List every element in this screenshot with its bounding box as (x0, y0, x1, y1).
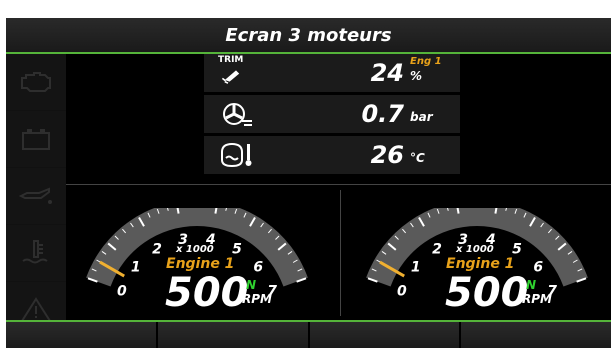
boost-unit: bar (410, 110, 433, 124)
gauge-rpm-value: 500 (165, 270, 249, 316)
gauge-multiplier: x 1000 (176, 244, 214, 255)
display-screen: Ecran 3 moteurs TRIM 24 Eng 1 % 0.7 bar … (6, 18, 611, 348)
top-strip (0, 0, 611, 18)
battery-icon (22, 129, 50, 150)
engine-warning-icon (21, 72, 51, 92)
bottom-button-1[interactable] (6, 322, 158, 348)
gauge-rpm-label: RPM (522, 292, 552, 306)
sidebar-item-engine[interactable] (6, 54, 66, 111)
bottom-button-2[interactable] (157, 322, 310, 348)
bottom-bar (6, 320, 611, 348)
bottom-button-4[interactable] (461, 322, 611, 348)
boost-value: 0.7 (361, 100, 404, 128)
rpm-gauge-right[interactable]: 01234567 x 1000 Engine 1 500 N RPM (352, 208, 602, 316)
boost-row[interactable]: 0.7 bar (204, 95, 460, 133)
metric-panel: TRIM 24 Eng 1 % 0.7 bar 26 °C (204, 54, 460, 178)
temperature-row[interactable]: 26 °C (204, 136, 460, 174)
sidebar-item-oil[interactable] (6, 168, 66, 225)
trim-engine-tag: Eng 1 (410, 56, 442, 67)
gauge-tick-label: 0 (117, 284, 127, 300)
divider-vertical (340, 190, 341, 316)
gauge-rpm-value: 500 (445, 270, 529, 316)
sidebar (6, 54, 66, 344)
oil-pressure-icon (19, 187, 52, 204)
gauge-multiplier: x 1000 (456, 244, 494, 255)
sidebar-item-battery[interactable] (6, 111, 66, 168)
temperature-value: 26 (370, 141, 404, 169)
temperature-unit: °C (410, 151, 425, 165)
trim-row[interactable]: TRIM 24 Eng 1 % (204, 54, 460, 92)
turbo-icon (223, 103, 252, 126)
bottom-button-3[interactable] (309, 322, 462, 348)
trim-value: 24 (370, 59, 404, 87)
sidebar-item-coolant[interactable] (6, 225, 66, 282)
coolant-temperature-icon (22, 240, 48, 264)
screen-title: Ecran 3 moteurs (225, 24, 392, 46)
divider-horizontal (66, 184, 611, 185)
gauge-tick-label: 2 (152, 242, 162, 258)
gauge-tick-label: 6 (533, 260, 543, 276)
gauge-tick-label: 0 (397, 284, 407, 300)
gauge-gear-indicator: N (246, 278, 257, 292)
engine-temperature-icon (221, 142, 252, 168)
title-bar: Ecran 3 moteurs (6, 18, 611, 54)
gauge-tick-label: 1 (131, 260, 141, 276)
trim-unit: % (410, 69, 423, 83)
gauge-rpm-label: RPM (242, 292, 272, 306)
gauge-tick-label: 6 (253, 260, 263, 276)
gauge-gear-indicator: N (526, 278, 537, 292)
trim-icon (221, 70, 240, 84)
rpm-gauge-left[interactable]: 01234567 x 1000 Engine 1 500 N RPM (72, 208, 322, 316)
gauge-tick-label: 2 (432, 242, 442, 258)
gauge-tick-label: 1 (411, 260, 421, 276)
